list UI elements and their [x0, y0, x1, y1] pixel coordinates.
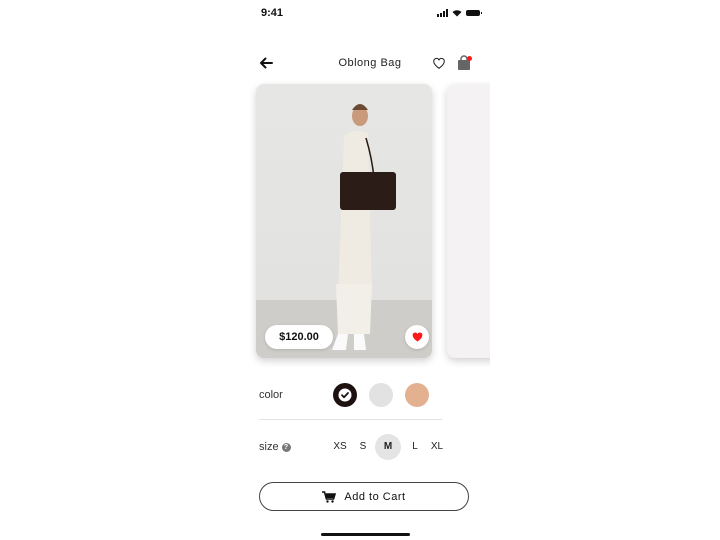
- cart-icon: [322, 490, 337, 503]
- add-to-cart-button[interactable]: Add to Cart: [259, 482, 469, 511]
- size-label: size: [259, 441, 279, 453]
- signal-icon: [437, 9, 448, 17]
- status-time: 9:41: [261, 7, 284, 19]
- size-option-l[interactable]: L: [403, 434, 427, 460]
- battery-icon: [466, 10, 482, 16]
- check-icon: [338, 388, 352, 402]
- size-option-s[interactable]: S: [351, 434, 375, 460]
- size-selector: XS S M L XL: [328, 434, 450, 460]
- wifi-icon: [452, 10, 462, 17]
- size-label-group: size?: [259, 441, 291, 453]
- color-swatch-tan[interactable]: [405, 383, 429, 407]
- heart-filled-icon: [412, 332, 422, 342]
- price-badge: $120.00: [265, 325, 333, 349]
- like-button[interactable]: [405, 325, 429, 349]
- color-swatch-light-gray[interactable]: [369, 383, 393, 407]
- color-label: color: [259, 389, 283, 401]
- size-option-xl[interactable]: XL: [425, 434, 449, 460]
- divider: [259, 419, 442, 420]
- status-icons: [437, 9, 482, 17]
- header: Oblong Bag: [250, 52, 490, 76]
- status-bar: 9:41: [250, 0, 490, 28]
- next-product-card[interactable]: [447, 84, 490, 358]
- product-image-card[interactable]: [256, 84, 432, 358]
- phone-screen: 9:41 Oblong Bag $120.00 color size ? XS …: [250, 0, 490, 540]
- add-to-cart-label: Add to Cart: [344, 490, 406, 503]
- size-option-m[interactable]: M: [375, 434, 401, 460]
- size-option-xs[interactable]: XS: [328, 434, 352, 460]
- notification-dot: [467, 56, 472, 61]
- product-photo: [332, 104, 396, 350]
- home-indicator[interactable]: [321, 533, 410, 536]
- page-title: Oblong Bag: [338, 57, 402, 69]
- help-icon[interactable]: ?: [281, 443, 291, 452]
- heart-outline-icon[interactable]: [432, 56, 446, 70]
- color-swatch-dark-brown[interactable]: [333, 383, 357, 407]
